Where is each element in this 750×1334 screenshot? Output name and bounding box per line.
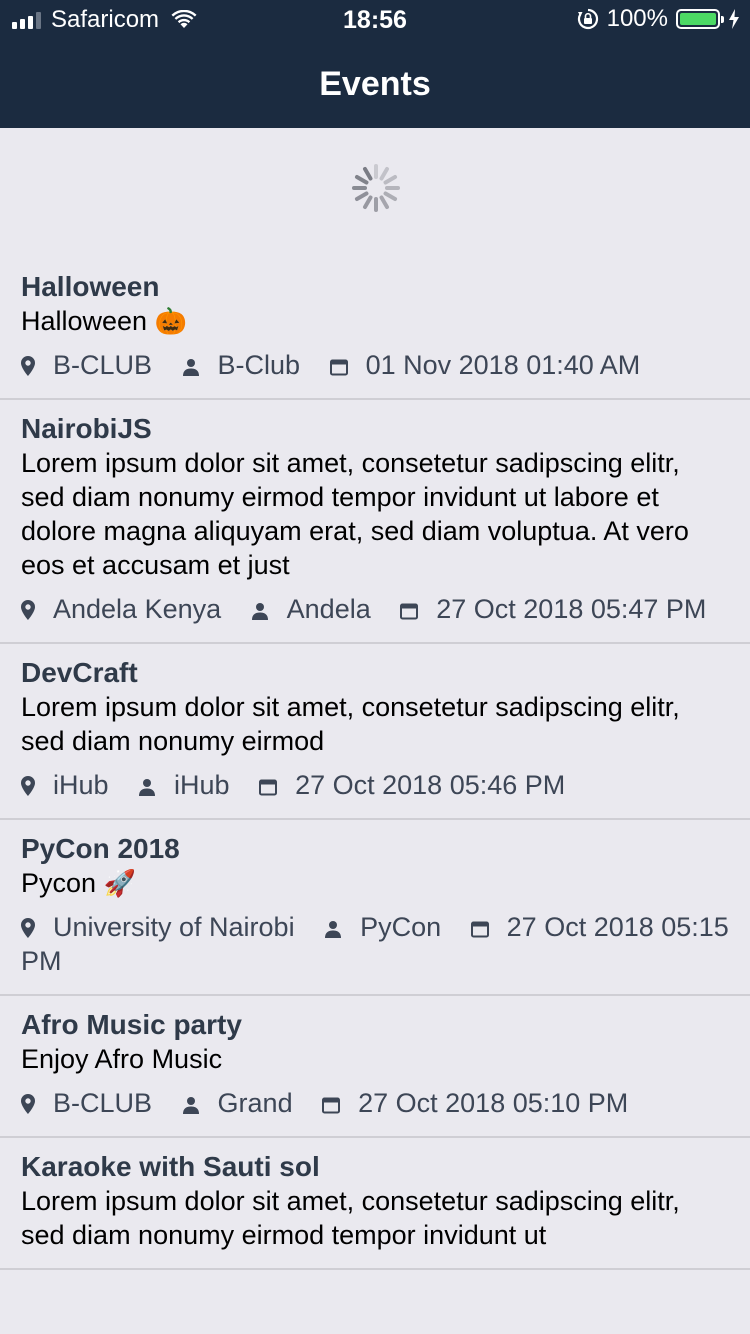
battery-icon [676, 9, 724, 29]
event-list-item[interactable]: Afro Music party Enjoy Afro Music B-CLUB… [0, 996, 750, 1138]
event-venue: B-CLUB [53, 350, 153, 380]
battery-level-fill [680, 13, 716, 25]
events-list[interactable]: Halloween Halloween 🎃 B-CLUB B-Club 01 N… [0, 258, 750, 1270]
person-icon [251, 603, 268, 620]
event-description: Pycon 🚀 [21, 866, 730, 900]
event-description-text: Enjoy Afro Music [21, 1044, 223, 1074]
battery-percentage: 100% [606, 5, 668, 32]
event-datetime: 27 Oct 2018 05:46 PM [295, 770, 566, 800]
event-organizer: Andela [286, 594, 371, 624]
event-title: NairobiJS [21, 413, 152, 444]
event-organizer: PyCon [360, 912, 442, 942]
status-bar: Safaricom 18:56 100% [0, 0, 750, 40]
event-list-item[interactable]: DevCraft Lorem ipsum dolor sit amet, con… [0, 644, 750, 820]
spinner-spoke [379, 195, 389, 210]
location-pin-icon [21, 356, 35, 376]
orientation-lock-icon [577, 8, 598, 30]
event-emoji: 🚀 [103, 868, 136, 898]
event-meta: Andela Kenya Andela 27 Oct 2018 05:47 PM [21, 592, 730, 626]
event-meta: B-CLUB B-Club 01 Nov 2018 01:40 AM [21, 348, 730, 382]
spinner-spoke [383, 175, 398, 185]
event-description-text: Lorem ipsum dolor sit amet, consetetur s… [21, 692, 680, 756]
event-description: Halloween 🎃 [21, 304, 730, 338]
spinner-spoke [354, 191, 369, 201]
page-title: Events [319, 64, 431, 103]
person-icon [182, 359, 199, 376]
event-title: DevCraft [21, 657, 138, 688]
event-venue: B-CLUB [53, 1088, 153, 1118]
spinner-spoke [363, 166, 373, 181]
event-emoji: 🎃 [154, 306, 187, 336]
event-title: Karaoke with Sauti sol [21, 1151, 320, 1182]
event-datetime: 01 Nov 2018 01:40 AM [365, 350, 641, 380]
event-list-item[interactable]: NairobiJS Lorem ipsum dolor sit amet, co… [0, 400, 750, 644]
person-icon [182, 1097, 199, 1114]
event-title: Halloween [21, 271, 160, 302]
person-icon [139, 779, 156, 796]
location-pin-icon [21, 1094, 35, 1114]
spinner-spoke [354, 175, 369, 185]
calendar-icon [470, 921, 489, 938]
event-organizer: iHub [174, 770, 230, 800]
event-list-item[interactable]: Karaoke with Sauti sol Lorem ipsum dolor… [0, 1138, 750, 1270]
event-datetime: 27 Oct 2018 05:10 PM [358, 1088, 629, 1118]
location-pin-icon [21, 918, 35, 938]
loading-spinner-icon [352, 164, 400, 212]
status-right: 100% [577, 5, 740, 33]
event-description: Lorem ipsum dolor sit amet, consetetur s… [21, 690, 730, 758]
event-description: Lorem ipsum dolor sit amet, consetetur s… [21, 1184, 730, 1252]
event-title: Afro Music party [21, 1009, 242, 1040]
event-description: Enjoy Afro Music [21, 1042, 730, 1076]
event-venue: iHub [53, 770, 109, 800]
location-pin-icon [21, 600, 35, 620]
event-meta: iHub iHub 27 Oct 2018 05:46 PM [21, 768, 730, 802]
calendar-icon [400, 603, 419, 620]
event-venue: Andela Kenya [53, 594, 222, 624]
event-venue: University of Nairobi [53, 912, 295, 942]
event-description: Lorem ipsum dolor sit amet, consetetur s… [21, 446, 730, 582]
event-description-text: Halloween [21, 306, 148, 336]
person-icon [325, 921, 342, 938]
event-organizer: B-Club [217, 350, 301, 380]
event-meta: University of Nairobi PyCon 27 Oct 2018 … [21, 910, 730, 978]
event-title: PyCon 2018 [21, 833, 180, 864]
calendar-icon [322, 1097, 341, 1114]
spinner-spoke [379, 166, 389, 181]
charging-bolt-icon [729, 9, 739, 29]
event-organizer: Grand [217, 1088, 293, 1118]
event-description-text: Lorem ipsum dolor sit amet, consetetur s… [21, 1186, 680, 1250]
navigation-bar: Events [0, 40, 750, 128]
event-list-item[interactable]: Halloween Halloween 🎃 B-CLUB B-Club 01 N… [0, 258, 750, 400]
event-description-text: Lorem ipsum dolor sit amet, consetetur s… [21, 448, 689, 580]
spinner-spoke [363, 195, 373, 210]
calendar-icon [329, 359, 348, 376]
event-datetime: 27 Oct 2018 05:47 PM [436, 594, 707, 624]
event-description-text: Pycon [21, 868, 97, 898]
event-meta: B-CLUB Grand 27 Oct 2018 05:10 PM [21, 1086, 730, 1120]
event-list-item[interactable]: PyCon 2018 Pycon 🚀 University of Nairobi… [0, 820, 750, 996]
spinner-spoke [383, 191, 398, 201]
calendar-icon [259, 779, 278, 796]
location-pin-icon [21, 776, 35, 796]
